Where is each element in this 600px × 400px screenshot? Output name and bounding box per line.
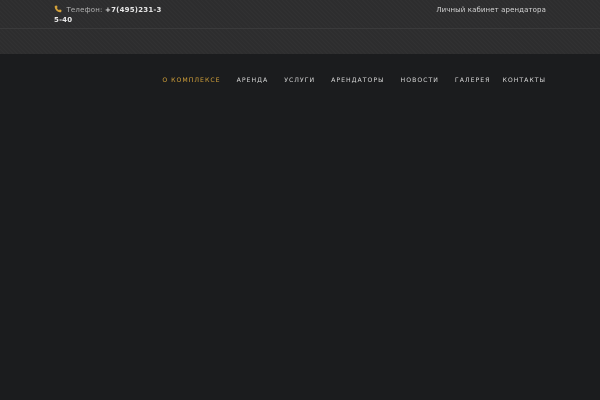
nav-item-about[interactable]: О комплексе xyxy=(162,76,220,86)
tenant-cabinet-link[interactable]: Личный кабинет арендатора xyxy=(436,5,546,15)
nav-item-services[interactable]: Услуги xyxy=(284,76,315,86)
nav-item-news[interactable]: Новости xyxy=(401,76,439,86)
nav-item-gallery[interactable]: Галерея xyxy=(455,76,491,86)
main-area xyxy=(0,54,600,400)
top-bar: Телефон: +7(495)231-35-40 Личный кабинет… xyxy=(0,0,600,54)
main-nav: О комплексе Аренда Услуги Арендаторы Нов… xyxy=(162,76,546,86)
phone-block: Телефон: +7(495)231-35-40 xyxy=(54,5,164,25)
nav-item-rent[interactable]: Аренда xyxy=(237,76,269,86)
phone-label: Телефон: xyxy=(66,6,103,14)
top-bar-divider xyxy=(0,28,600,29)
nav-item-contacts[interactable]: Контакты xyxy=(502,76,546,86)
phone-icon xyxy=(54,5,62,13)
nav-item-tenants[interactable]: Арендаторы xyxy=(331,76,384,86)
